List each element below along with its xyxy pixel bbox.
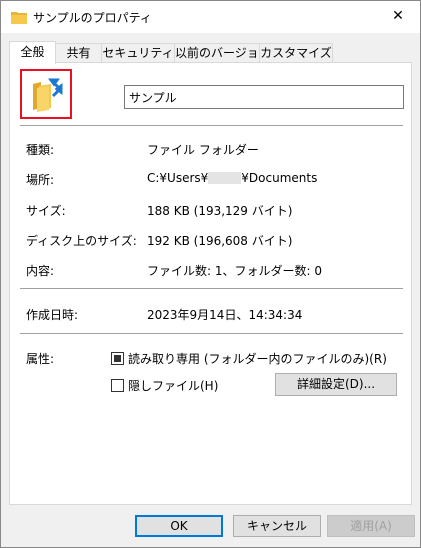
location-label: 場所: — [26, 173, 55, 187]
tab-sharing[interactable]: 共有 — [55, 43, 102, 62]
ok-button[interactable]: OK — [135, 515, 223, 537]
close-icon: ✕ — [392, 8, 404, 24]
hidden-checkbox-box[interactable] — [111, 379, 124, 392]
separator — [20, 125, 403, 126]
cancel-button[interactable]: キャンセル — [233, 515, 321, 537]
readonly-label: 読み取り専用 (フォルダー内のファイルのみ)(R) — [128, 352, 387, 366]
tab-general[interactable]: 全般 — [9, 41, 56, 64]
tab-customize[interactable]: カスタマイズ — [259, 43, 333, 62]
type-value: ファイル フォルダー — [147, 143, 259, 157]
properties-window: サンプルのプロパティ ✕ 全般 共有 セキュリティ 以前のバージョン カスタマイ… — [0, 0, 421, 548]
tab-security[interactable]: セキュリティ — [101, 43, 175, 62]
window-title: サンプルのプロパティ — [33, 11, 152, 25]
attributes-label: 属性: — [26, 352, 55, 366]
created-label: 作成日時: — [26, 308, 79, 322]
size-on-disk-label: ディスク上のサイズ: — [26, 234, 137, 248]
title-bar: サンプルのプロパティ ✕ — [1, 1, 420, 33]
location-value: C:¥Users¥ ¥Documents — [147, 171, 317, 185]
general-panel: サンプル 種類: ファイル フォルダー 場所: C:¥Users¥ ¥Docume… — [9, 62, 412, 505]
location-suffix: ¥Documents — [241, 171, 318, 185]
hidden-label: 隠しファイル(H) — [128, 379, 219, 393]
separator — [20, 288, 403, 289]
readonly-checkbox-box[interactable] — [111, 352, 124, 365]
contents-label: 内容: — [26, 264, 55, 278]
redacted-username — [208, 172, 242, 184]
advanced-button[interactable]: 詳細設定(D)... — [275, 373, 397, 396]
tab-previous-versions[interactable]: 以前のバージョン — [174, 43, 271, 62]
folder-icon-highlight — [20, 69, 72, 119]
readonly-checkbox[interactable]: 読み取り専用 (フォルダー内のファイルのみ)(R) — [111, 350, 387, 367]
contents-value: ファイル数: 1、フォルダー数: 0 — [147, 264, 322, 278]
size-on-disk-value: 192 KB (196,608 バイト) — [147, 234, 293, 248]
separator — [20, 333, 403, 334]
apply-button[interactable]: 適用(A) — [327, 515, 415, 537]
folder-name-input[interactable]: サンプル — [124, 85, 404, 109]
size-label: サイズ: — [26, 204, 66, 218]
hidden-checkbox[interactable]: 隠しファイル(H) — [111, 377, 218, 394]
size-value: 188 KB (193,129 バイト) — [147, 204, 293, 218]
location-prefix: C:¥Users¥ — [147, 171, 209, 185]
folder-icon — [11, 12, 27, 24]
type-label: 種類: — [26, 143, 55, 157]
created-value: 2023年9月14日、14:34:34 — [147, 308, 303, 322]
close-button[interactable]: ✕ — [376, 1, 420, 31]
shared-folder-icon — [33, 78, 63, 112]
